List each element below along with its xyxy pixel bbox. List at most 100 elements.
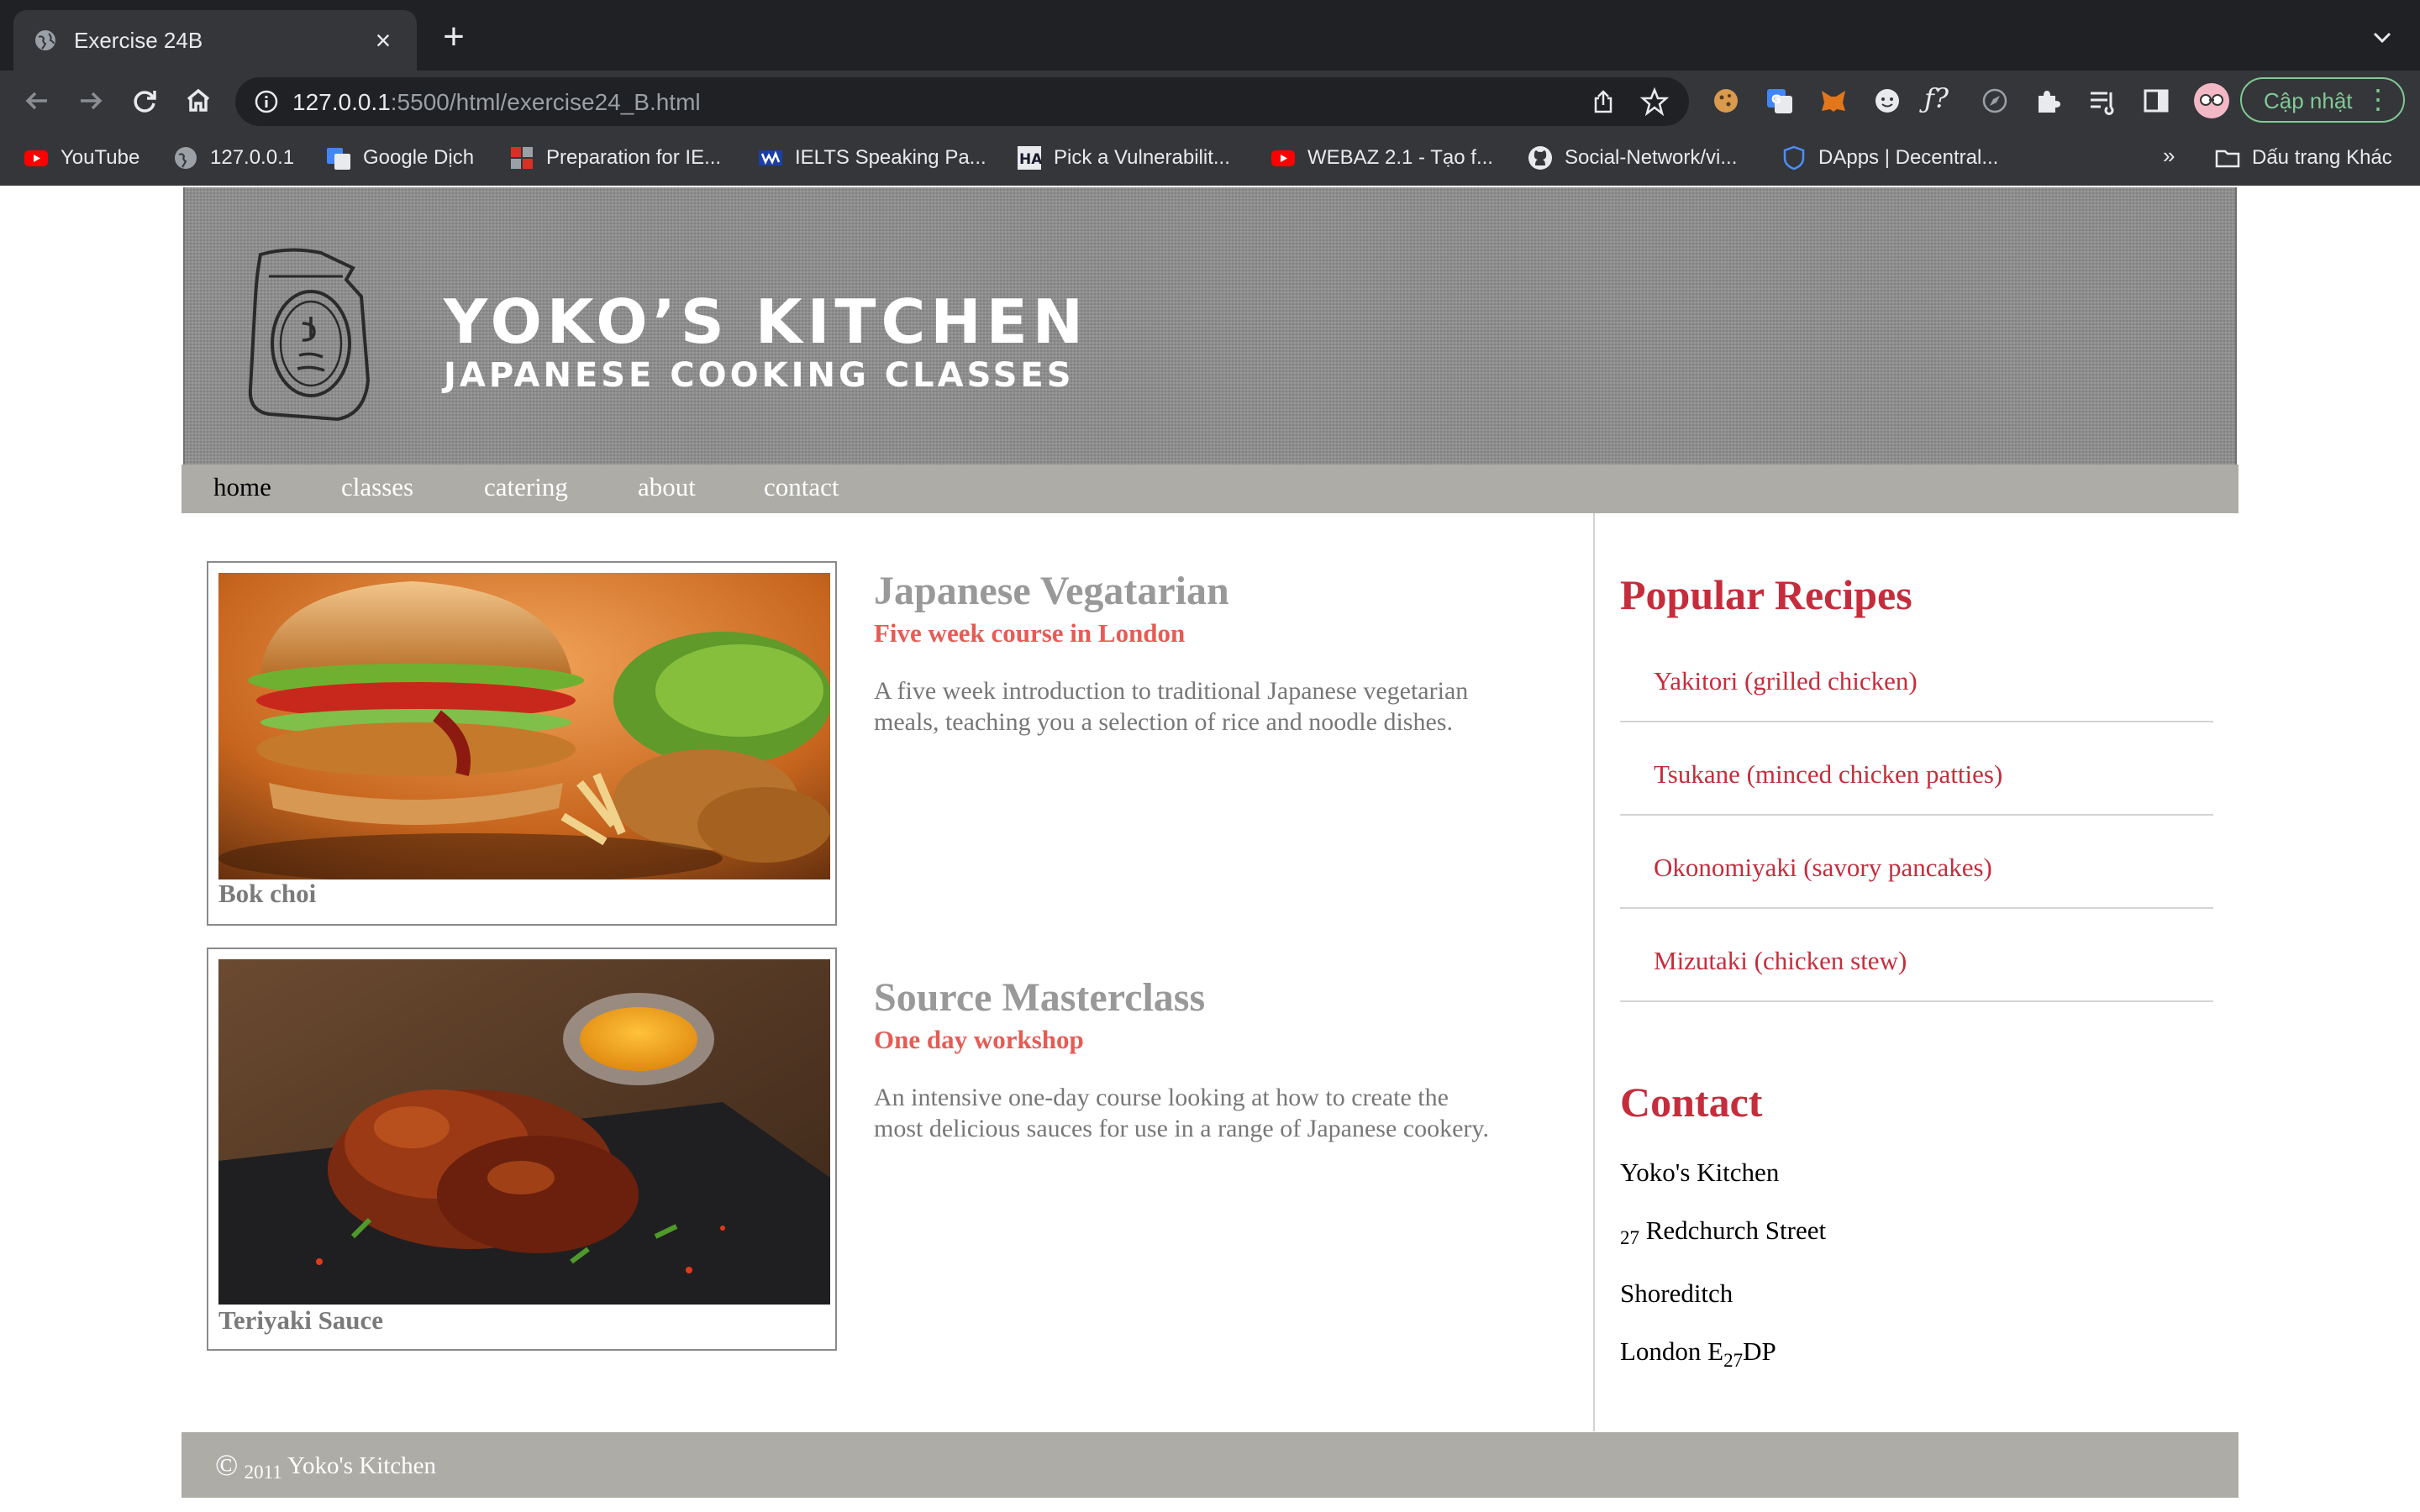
nav-classes[interactable]: classes — [341, 472, 413, 502]
recipe-item[interactable]: Okonomiyaki (savory pancakes) — [1620, 816, 2213, 909]
back-icon[interactable] — [17, 81, 57, 121]
recipe-item[interactable]: Tsukane (minced chicken patties) — [1620, 722, 2213, 816]
more-bookmarks-button[interactable]: » — [2163, 143, 2175, 169]
contact-heading: Contact — [1620, 1079, 1763, 1126]
update-button[interactable]: Cập nhật ⋮ — [2240, 77, 2405, 123]
font-extension-icon[interactable]: ƒ? — [1924, 82, 1954, 114]
extensions-puzzle-icon[interactable] — [2033, 86, 2064, 116]
recipe-link[interactable]: Mizutaki (chicken stew) — [1654, 946, 1907, 976]
ielts-icon — [759, 150, 782, 165]
ha-icon: HA — [1018, 146, 1042, 170]
bookmark-label: 127.0.0.1 — [210, 146, 295, 169]
bookmark-vulnerability[interactable]: HA Pick a Vulnerabilit... — [1017, 143, 1230, 173]
recipe-list: Yakitori (grilled chicken) Tsukane (minc… — [1620, 629, 2213, 1002]
smiley-extension-icon[interactable] — [1872, 86, 1902, 116]
forward-icon[interactable] — [71, 81, 111, 121]
side-panel-icon[interactable] — [2141, 86, 2171, 116]
nav-contact[interactable]: contact — [764, 472, 839, 502]
new-tab-button[interactable]: + — [435, 18, 472, 55]
cookie-extension-icon[interactable] — [1711, 86, 1741, 116]
course-description: An intensive one-day course looking at h… — [874, 1084, 1489, 1142]
recipe-link[interactable]: Okonomiyaki (savory pancakes) — [1654, 853, 1992, 883]
bookmark-label: Social-Network/vi... — [1565, 146, 1738, 169]
nav-home[interactable]: home — [213, 472, 271, 502]
contact-city: London E27DP — [1620, 1336, 1776, 1372]
contact-name: Yoko's Kitchen — [1620, 1158, 1780, 1187]
course-subtitle: One day workshop — [874, 1025, 1084, 1054]
bookmark-star-icon[interactable] — [1640, 87, 1669, 116]
bookmark-label: YouTube — [60, 146, 140, 169]
bookmark-label: Google Dịch — [363, 146, 475, 169]
site-footer: © 2011 Yoko's Kitchen — [182, 1432, 2238, 1498]
course-title: Japanese Vegatarian — [874, 569, 1229, 613]
youtube-icon — [24, 150, 48, 166]
address-bar[interactable]: 127.0.0.1:5500/html/exercise24_B.html — [235, 77, 1689, 126]
page-content: YOKO’S KITCHEN JAPANESE COOKING CLASSES … — [182, 186, 2238, 1512]
yoko-bag-logo — [248, 248, 371, 422]
browser-chrome: Exercise 24B × + 127.0.0.1:5500/html/exe… — [0, 0, 2420, 186]
chevron-down-icon[interactable] — [2370, 25, 2395, 50]
tab-strip: Exercise 24B × + — [0, 0, 2420, 71]
course-image-card: Teriyaki Sauce — [207, 948, 837, 1351]
nav-about[interactable]: about — [638, 472, 696, 502]
profile-avatar[interactable] — [2193, 82, 2230, 119]
teriyaki-photo — [218, 959, 830, 1305]
recipe-item[interactable]: Mizutaki (chicken stew) — [1620, 909, 2213, 1002]
url-host: 127.0.0.1 — [292, 89, 391, 115]
street-number: 27 — [1620, 1227, 1639, 1248]
bookmark-label: WEBAZ 2.1 - Tạo f... — [1307, 146, 1493, 169]
footer-year: 2011 — [244, 1462, 282, 1483]
bookmark-social-network[interactable]: Social-Network/vi... — [1528, 143, 1737, 173]
course-title: Source Masterclass — [874, 975, 1206, 1020]
google-translate-icon[interactable]: G — [1765, 86, 1795, 116]
bookmark-webaz[interactable]: WEBAZ 2.1 - Tạo f... — [1270, 143, 1493, 173]
site-nav: home classes catering about contact — [182, 465, 2238, 513]
popular-recipes-heading: Popular Recipes — [1620, 571, 1912, 618]
column-divider — [1593, 513, 1595, 1431]
bookmark-localhost[interactable]: 127.0.0.1 — [173, 143, 294, 173]
street-name: Redchurch Street — [1645, 1215, 1827, 1245]
close-tab-icon[interactable]: × — [366, 24, 400, 57]
shield-icon — [1783, 145, 1805, 171]
recipe-link[interactable]: Yakitori (grilled chicken) — [1654, 666, 1918, 696]
nav-catering[interactable]: catering — [484, 472, 568, 502]
youtube-icon — [1271, 150, 1295, 166]
copyright-symbol: © — [215, 1448, 239, 1482]
header-banner: YOKO’S KITCHEN JAPANESE COOKING CLASSES — [183, 187, 2237, 465]
tab-exercise-24b[interactable]: Exercise 24B × — [13, 10, 417, 71]
recipe-item[interactable]: Yakitori (grilled chicken) — [1620, 629, 2213, 722]
reading-list-icon[interactable] — [2087, 86, 2118, 116]
toolbar: 127.0.0.1:5500/html/exercise24_B.html G … — [0, 71, 2420, 131]
brand-title: YOKO’S KITCHEN — [444, 286, 1089, 357]
bookmark-google-dich[interactable]: Google Dịch — [326, 143, 474, 173]
contact-district: Shoreditch — [1620, 1278, 1733, 1308]
bookmark-preparation[interactable]: Preparation for IE... — [509, 143, 721, 173]
recipe-link[interactable]: Tsukane (minced chicken patties) — [1654, 759, 2002, 790]
city-prefix: London E — [1620, 1336, 1724, 1366]
update-label: Cập nhật — [2264, 88, 2353, 113]
bookmark-dapps[interactable]: DApps | Decentral... — [1781, 143, 1998, 173]
bookmark-ielts[interactable]: IELTS Speaking Pa... — [758, 143, 986, 173]
footer-name: Yoko's Kitchen — [287, 1452, 437, 1479]
globe-icon — [175, 147, 197, 169]
menu-dots-icon[interactable]: ⋮ — [2365, 84, 2391, 114]
compass-icon[interactable] — [1980, 86, 2010, 116]
svg-text:HA: HA — [1019, 151, 1042, 168]
github-icon — [1528, 146, 1552, 170]
url-text: 127.0.0.1:5500/html/exercise24_B.html — [292, 89, 701, 116]
share-icon[interactable] — [1590, 88, 1617, 115]
bookmark-youtube[interactable]: YouTube — [24, 143, 139, 173]
home-icon[interactable] — [178, 81, 218, 121]
info-icon[interactable] — [254, 89, 279, 114]
image-caption: Bok choi — [218, 879, 317, 908]
other-bookmarks-folder[interactable]: Dấu trang Khác — [2215, 143, 2392, 173]
folder-icon — [2215, 150, 2240, 168]
course-subtitle: Five week course in London — [874, 618, 1186, 648]
bookmark-label: Preparation for IE... — [546, 146, 722, 169]
metamask-fox-icon[interactable] — [1818, 86, 1849, 116]
contact-street: 27 Redchurch Street — [1620, 1215, 1826, 1249]
other-bookmarks-label: Dấu trang Khác — [2252, 146, 2392, 169]
city-postcode-num: 27 — [1723, 1350, 1744, 1371]
reload-icon[interactable] — [124, 81, 165, 121]
bookmark-label: IELTS Speaking Pa... — [795, 146, 986, 169]
